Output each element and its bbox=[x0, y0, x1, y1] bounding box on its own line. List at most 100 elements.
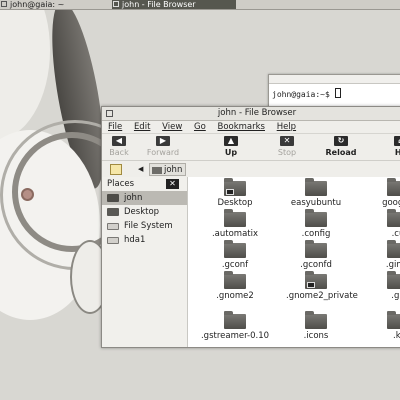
drive-icon bbox=[107, 223, 119, 230]
path-button-label: john bbox=[164, 165, 183, 175]
menu-go[interactable]: Go bbox=[194, 122, 206, 132]
sidebar-item-label: File System bbox=[124, 221, 173, 231]
sidebar-item-hda1[interactable]: hda1 bbox=[102, 233, 187, 247]
file-item[interactable]: .gnome2 bbox=[195, 271, 275, 301]
folder-icon bbox=[305, 271, 327, 289]
folder-icon bbox=[387, 271, 400, 289]
file-item[interactable]: .gconf bbox=[195, 240, 275, 270]
file-name: Desktop bbox=[217, 198, 253, 208]
path-button-john[interactable]: john bbox=[149, 163, 187, 176]
file-icon-view[interactable]: Desktop easyubuntu google- .automatix .c… bbox=[188, 177, 400, 347]
up-button-label: Up bbox=[224, 148, 238, 157]
menu-edit[interactable]: Edit bbox=[134, 122, 150, 132]
file-name: .gimp bbox=[385, 260, 400, 270]
home-button[interactable]: ⌂ Ho bbox=[381, 136, 400, 157]
file-item[interactable]: .cu bbox=[358, 209, 400, 239]
menu-view[interactable]: View bbox=[162, 122, 182, 132]
file-item[interactable]: easyubuntu bbox=[276, 178, 356, 208]
folder-icon bbox=[387, 178, 400, 196]
folder-icon bbox=[305, 178, 327, 196]
file-item[interactable]: Desktop bbox=[195, 178, 275, 208]
folder-icon bbox=[305, 209, 327, 227]
file-item[interactable]: .automatix bbox=[195, 209, 275, 239]
edit-location-icon[interactable] bbox=[110, 164, 122, 175]
window-icon bbox=[113, 1, 119, 7]
terminal-cursor bbox=[334, 88, 341, 98]
places-sidebar: Places ✕ john Desktop File System hda1 bbox=[102, 177, 188, 347]
file-name: .gconfd bbox=[300, 260, 332, 270]
window-titlebar[interactable]: john - File Browser bbox=[102, 107, 400, 121]
sidebar-item-desktop[interactable]: Desktop bbox=[102, 205, 187, 219]
back-button-label: Back bbox=[109, 148, 129, 157]
taskbar-item-label: john@gaia: ~ bbox=[10, 0, 65, 9]
file-item[interactable]: .gn bbox=[358, 271, 400, 301]
file-browser-window: john - File Browser File Edit View Go Bo… bbox=[101, 106, 400, 348]
file-item[interactable]: .gimp bbox=[358, 240, 400, 270]
terminal-prompt: john@gaia:~$ bbox=[272, 90, 330, 99]
file-name: google- bbox=[382, 198, 400, 208]
wallpaper-dot bbox=[21, 188, 34, 201]
taskbar-item-file-browser[interactable]: john - File Browser bbox=[112, 0, 236, 9]
back-arrow-icon: ◀ bbox=[112, 136, 126, 146]
file-name: .gnome2_private bbox=[286, 291, 358, 301]
file-name: easyubuntu bbox=[290, 198, 342, 208]
reload-button[interactable]: ↻ Reload bbox=[321, 136, 361, 157]
file-item[interactable]: .gstreamer-0.10 bbox=[195, 311, 275, 341]
folder-icon bbox=[224, 240, 246, 258]
terminal-line[interactable]: john@gaia:~$ bbox=[269, 84, 400, 103]
sidebar-item-label: Desktop bbox=[124, 207, 160, 217]
window-menu-icon[interactable] bbox=[106, 110, 113, 117]
desktop-icon bbox=[107, 208, 119, 216]
forward-button[interactable]: ▶ Forward bbox=[143, 136, 183, 157]
emblem-icon bbox=[226, 189, 234, 195]
sidebar-item-label: john bbox=[124, 193, 143, 203]
taskbar: john@gaia: ~ john - File Browser bbox=[0, 0, 400, 10]
reload-icon: ↻ bbox=[334, 136, 348, 146]
file-name: .icons bbox=[303, 331, 329, 341]
window-title: john - File Browser bbox=[217, 108, 297, 118]
file-name: .gstreamer-0.10 bbox=[200, 331, 270, 341]
file-item[interactable]: .ki bbox=[358, 311, 400, 341]
file-name: .cu bbox=[391, 229, 400, 239]
sidebar-item-john[interactable]: john bbox=[102, 191, 187, 205]
wallpaper-shape bbox=[0, 0, 50, 140]
file-item[interactable]: .config bbox=[276, 209, 356, 239]
menu-help[interactable]: Help bbox=[277, 122, 296, 132]
menu-bookmarks[interactable]: Bookmarks bbox=[217, 122, 265, 132]
path-scroll-left-icon[interactable]: ◀ bbox=[138, 165, 143, 173]
file-name: .automatix bbox=[211, 229, 259, 239]
folder-icon bbox=[387, 240, 400, 258]
file-name: .ki bbox=[393, 331, 400, 341]
up-arrow-icon: ▲ bbox=[224, 136, 238, 146]
back-button[interactable]: ◀ Back bbox=[102, 136, 139, 157]
reload-button-label: Reload bbox=[325, 148, 357, 157]
stop-button-label: Stop bbox=[277, 148, 297, 157]
terminal-titlebar[interactable] bbox=[269, 75, 400, 84]
window-icon bbox=[1, 1, 7, 7]
file-item[interactable]: .gnome2_private bbox=[286, 271, 358, 301]
desktop-folder-icon bbox=[224, 178, 246, 196]
folder-icon bbox=[152, 167, 162, 174]
file-name: .config bbox=[301, 229, 331, 239]
sidebar-item-file-system[interactable]: File System bbox=[102, 219, 187, 233]
home-button-label: Ho bbox=[395, 148, 400, 157]
folder-icon bbox=[305, 311, 327, 329]
up-button[interactable]: ▲ Up bbox=[211, 136, 251, 157]
home-icon: ⌂ bbox=[394, 136, 400, 146]
file-item[interactable]: .gconfd bbox=[276, 240, 356, 270]
toolbar: ◀ Back ▶ Forward ▲ Up ✕ Stop ↻ Reload ⌂ … bbox=[102, 134, 400, 161]
home-folder-icon bbox=[107, 194, 119, 202]
menu-file[interactable]: File bbox=[108, 122, 122, 132]
sidebar-item-label: hda1 bbox=[124, 235, 146, 245]
close-sidebar-button[interactable]: ✕ bbox=[166, 179, 179, 189]
file-item[interactable]: google- bbox=[358, 178, 400, 208]
file-name: .gn bbox=[391, 291, 400, 301]
stop-button[interactable]: ✕ Stop bbox=[267, 136, 307, 157]
taskbar-item-label: john - File Browser bbox=[122, 0, 196, 9]
folder-icon bbox=[224, 209, 246, 227]
sidebar-title: Places bbox=[107, 179, 135, 189]
folder-icon bbox=[305, 240, 327, 258]
file-item[interactable]: .icons bbox=[276, 311, 356, 341]
taskbar-item-terminal[interactable]: john@gaia: ~ bbox=[0, 0, 108, 9]
folder-icon bbox=[224, 271, 246, 289]
